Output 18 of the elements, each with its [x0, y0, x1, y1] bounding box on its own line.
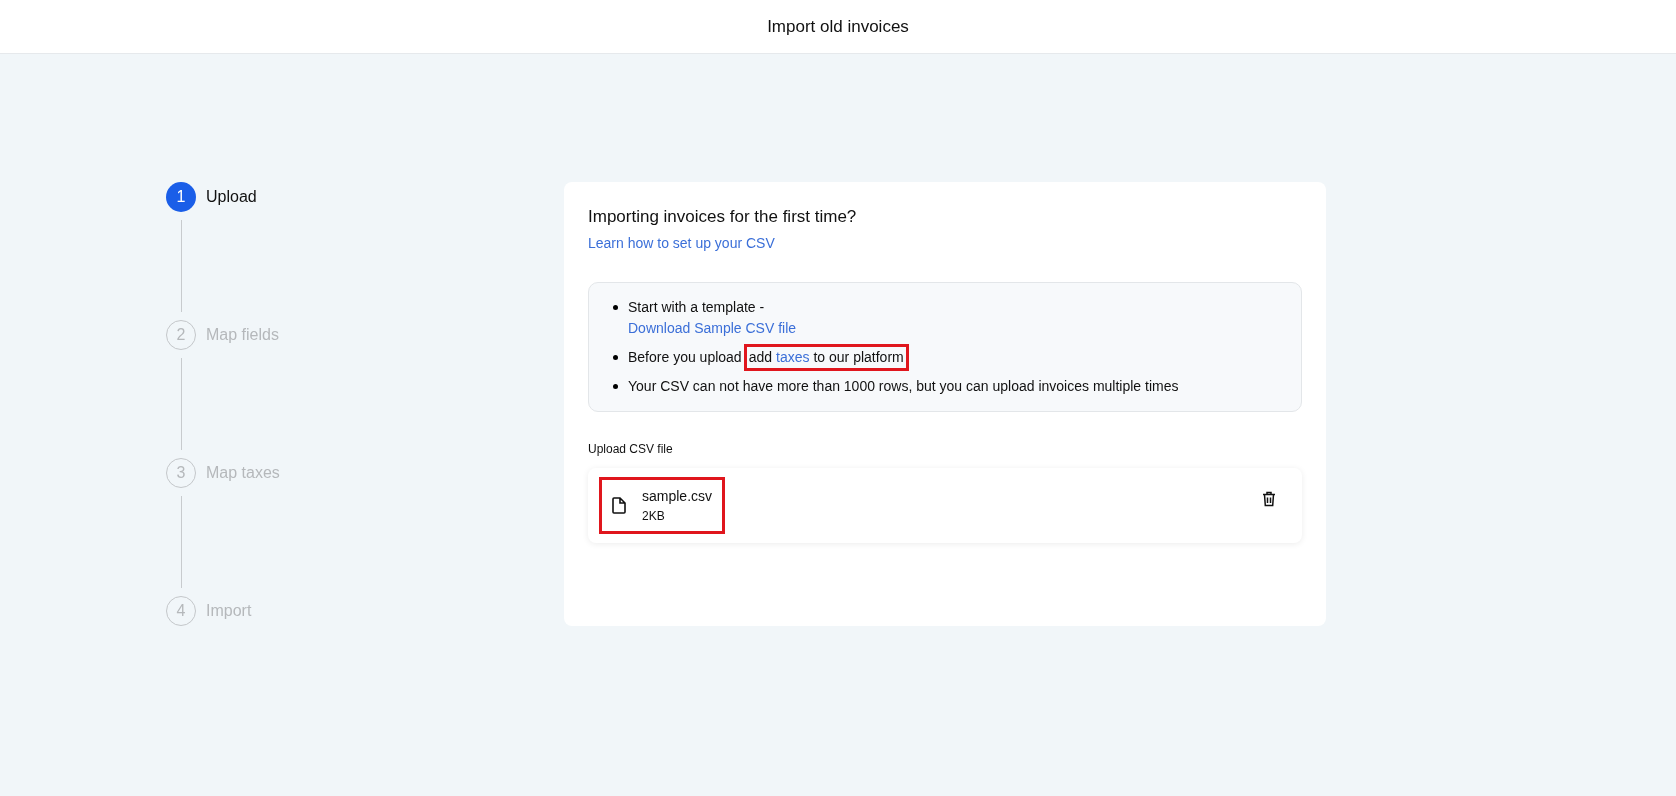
step-label[interactable]: Upload	[206, 185, 257, 209]
trash-icon	[1262, 491, 1276, 507]
help-link[interactable]: Learn how to set up your CSV	[588, 232, 775, 254]
taxes-link[interactable]: taxes	[776, 346, 810, 368]
card-title: Importing invoices for the first time?	[588, 206, 858, 228]
delete-button[interactable]	[1260, 489, 1278, 509]
bullet-text: to our platform	[813, 347, 904, 367]
bullet-text: Your CSV can not have more than 1000 rows, but you can upload invoices multiple times	[628, 376, 1179, 396]
bullet-text: Start with a template -	[628, 297, 766, 317]
bullet-text: add	[748, 347, 772, 367]
file-size: 2KB	[642, 507, 666, 525]
file-name: sample.csv	[642, 486, 713, 506]
upload-label: Upload CSV file	[588, 440, 674, 458]
bullet-text: Before you upload	[628, 347, 742, 367]
step-number: 1	[166, 182, 196, 212]
download-link[interactable]: Download Sample CSV file	[628, 317, 797, 339]
page-title: Import old invoices	[767, 15, 909, 38]
file-icon	[612, 496, 626, 514]
